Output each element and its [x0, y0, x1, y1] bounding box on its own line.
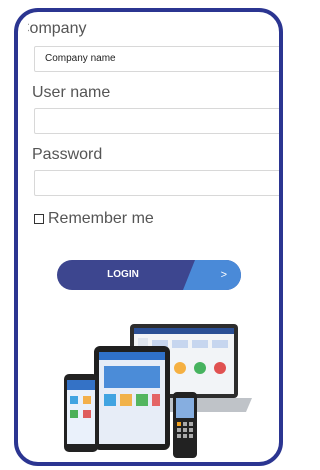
login-frame: Company Company name User name Password …: [14, 8, 283, 466]
company-value: Company name: [45, 53, 116, 64]
tablet-icon: [94, 346, 170, 450]
devices-illustration: [64, 324, 252, 458]
remember-me-checkbox[interactable]: [34, 214, 44, 224]
login-arrow-icon: >: [220, 269, 227, 281]
password-field[interactable]: [34, 170, 279, 196]
login-form: Company Company name User name Password …: [28, 12, 279, 462]
handheld-scanner-icon: [173, 392, 197, 458]
login-button-accent: [183, 260, 241, 290]
password-label: Password: [32, 146, 103, 163]
company-label: Company: [28, 20, 87, 37]
company-field[interactable]: Company name: [34, 46, 279, 72]
login-button-label: LOGIN: [107, 269, 139, 280]
username-label: User name: [32, 84, 111, 101]
remember-me-label: Remember me: [48, 210, 154, 227]
username-field[interactable]: [34, 108, 279, 134]
phone-icon: [64, 374, 98, 452]
login-button[interactable]: LOGIN >: [57, 260, 241, 290]
remember-me[interactable]: Remember me: [34, 210, 154, 228]
